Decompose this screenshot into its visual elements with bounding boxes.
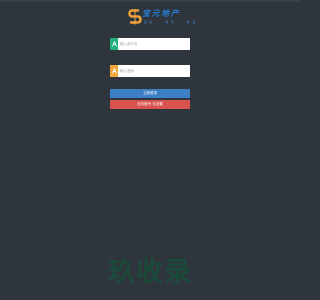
lock-icon — [111, 68, 117, 74]
username-field — [110, 38, 190, 50]
site-logo: 宝元地产 园区 · 写字 · 商业 — [128, 8, 195, 28]
logo-s-icon — [128, 9, 142, 25]
password-input[interactable] — [120, 65, 188, 77]
watermark-text: 玖收录 — [108, 257, 192, 288]
username-input[interactable] — [120, 38, 188, 50]
login-button[interactable]: 立即登录 — [110, 89, 190, 98]
logo-title: 宝元地产 — [142, 8, 180, 18]
username-badge — [110, 38, 118, 50]
user-icon — [111, 41, 117, 47]
reset-button[interactable]: 还未账号 去设置 — [110, 100, 190, 109]
logo-subtitle: 园区 · 写字 · 商业 — [144, 20, 198, 24]
password-badge — [110, 65, 118, 77]
top-divider — [0, 0, 300, 2]
password-field — [110, 65, 190, 77]
